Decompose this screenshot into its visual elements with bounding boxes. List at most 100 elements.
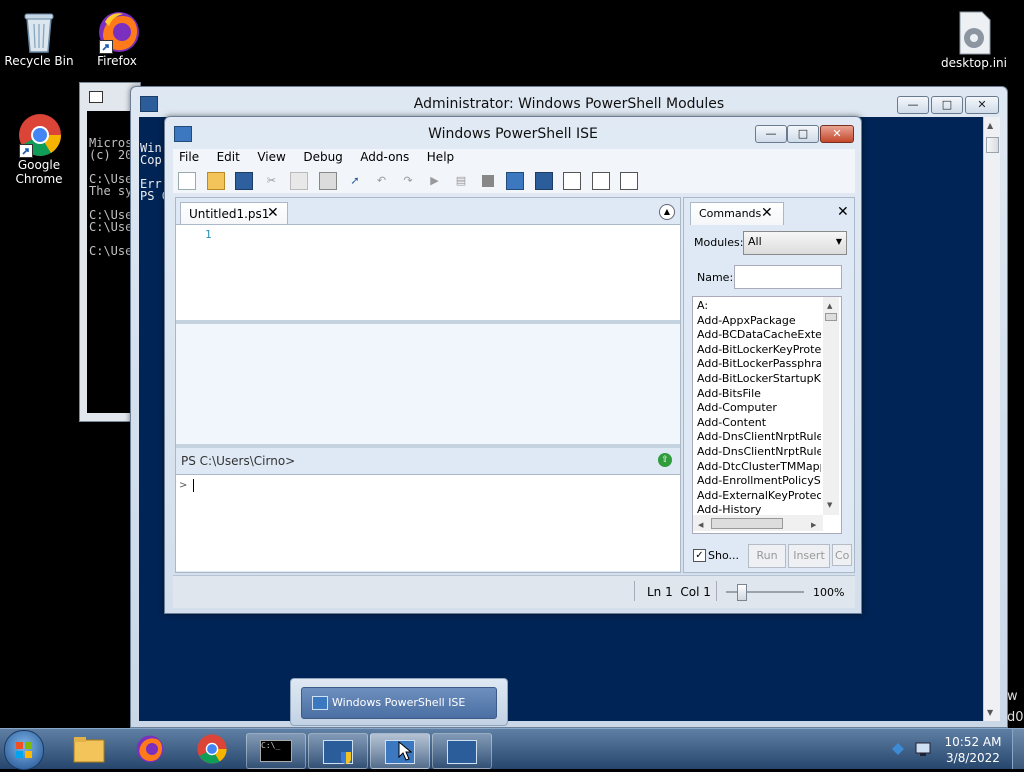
vertical-scrollbar[interactable]: ▲ ▼ (983, 117, 1000, 721)
desktop-icon-recycle-bin[interactable]: Recycle Bin (1, 8, 77, 68)
copy-icon[interactable] (290, 172, 308, 190)
close-tab-icon[interactable]: ✕ (267, 205, 279, 221)
copy-button[interactable]: Co (832, 544, 852, 566)
layout-top-icon[interactable] (563, 172, 581, 190)
menu-debug[interactable]: Debug (303, 150, 342, 164)
modules-label: Modules: (694, 236, 744, 249)
desktop-icon-label: Google Chrome (15, 158, 63, 186)
scroll-thumb[interactable] (711, 518, 783, 529)
show-details-checkbox[interactable]: ✓ (693, 549, 706, 562)
command-list-vscrollbar[interactable]: ▲ ▼ (823, 297, 839, 515)
insert-button[interactable]: Insert (788, 544, 830, 568)
taskbar-firefox[interactable] (134, 733, 166, 765)
cut-icon[interactable]: ✂ (264, 173, 280, 189)
start-button[interactable] (4, 730, 44, 770)
script-tab[interactable]: Untitled1.ps1 ✕ (180, 202, 288, 225)
ise-status-bar: Ln 1 Col 1 100% (173, 575, 855, 608)
layout-max-icon[interactable] (620, 172, 638, 190)
desktop-icon-google-chrome[interactable]: Google Chrome (1, 112, 77, 186)
minimize-button[interactable]: — (897, 96, 929, 114)
remote-tab-icon[interactable] (506, 172, 524, 190)
console-input[interactable]: > (176, 474, 680, 571)
taskbar-cmd[interactable]: C:\_ (246, 733, 306, 769)
modules-dropdown-value: All (748, 235, 762, 248)
taskbar-preview-popup: Windows PowerShell ISE (290, 678, 508, 726)
script-editor[interactable]: 1 (176, 224, 680, 321)
commands-pane: Commands ✕ ✕ Modules: All ▼ Name: A: Add… (683, 197, 855, 573)
run-selection-icon[interactable]: ▤ (453, 173, 469, 189)
collapse-script-pane-icon[interactable]: ▲ (659, 204, 675, 220)
zoom-slider[interactable] (726, 584, 804, 601)
powershell-icon (447, 740, 477, 764)
zoom-slider-thumb[interactable] (737, 584, 747, 601)
menu-file[interactable]: File (179, 150, 199, 164)
list-item[interactable]: Add-BitLockerStartupKey (697, 372, 821, 387)
scroll-right-icon: ▶ (811, 521, 817, 529)
shield-icon (341, 752, 351, 764)
scroll-thumb[interactable] (825, 313, 837, 321)
list-item[interactable]: Add-BitLockerPassphraseProtector (697, 357, 821, 372)
ise-close-button[interactable]: ✕ (820, 125, 854, 143)
list-item[interactable]: Add-ExternalKeyProtector (697, 489, 821, 504)
clock[interactable]: 10:52 AM 3/8/2022 (940, 734, 1006, 766)
chevron-down-icon: ▼ (835, 237, 842, 246)
new-file-icon[interactable] (178, 172, 196, 190)
list-item[interactable]: Add-AppxPackage (697, 314, 821, 329)
ise-toolbar: ✂ ➚ ↶ ↷ ▶ ▤ (173, 167, 855, 193)
redo-icon[interactable]: ↷ (400, 173, 416, 189)
open-folder-icon[interactable] (206, 172, 225, 190)
list-item[interactable]: Add-BitsFile (697, 387, 821, 402)
list-item[interactable]: Add-DnsClientNrptRule (697, 430, 821, 445)
list-item[interactable]: Add-BCDataCacheExtension (697, 328, 821, 343)
commands-tab-label: Commands (699, 207, 762, 220)
stop-icon[interactable] (481, 175, 494, 187)
network-icon[interactable] (890, 741, 906, 757)
powershell-console-icon[interactable] (534, 172, 553, 190)
desktop-icon-desktop-ini[interactable]: desktop.ini (936, 10, 1012, 70)
list-item[interactable]: Add-EnrollmentPolicyServer (697, 474, 821, 489)
list-item[interactable]: Add-Content (697, 416, 821, 431)
menu-help[interactable]: Help (427, 150, 454, 164)
powershell-ise-window[interactable]: Windows PowerShell ISE — □ ✕ File Edit V… (164, 116, 862, 614)
run-script-icon[interactable]: ▶ (427, 173, 443, 189)
close-commands-tab-icon[interactable]: ✕ (761, 205, 773, 221)
taskbar-chrome[interactable] (196, 733, 228, 765)
windows-logo-icon (16, 742, 32, 758)
ise-minimize-button[interactable]: — (755, 125, 787, 143)
name-filter-input[interactable] (734, 265, 842, 289)
list-item[interactable]: A: (697, 299, 821, 314)
list-item[interactable]: Add-DnsClientNrptRule (697, 445, 821, 460)
paste-icon[interactable] (318, 172, 337, 190)
preview-item[interactable]: Windows PowerShell ISE (301, 687, 497, 719)
taskbar-file-explorer[interactable] (72, 734, 106, 764)
list-item[interactable]: Add-Computer (697, 401, 821, 416)
desktop-icon-firefox[interactable]: Firefox (79, 8, 155, 68)
maximize-button[interactable]: □ (931, 96, 963, 114)
menu-add-ons[interactable]: Add-ons (360, 150, 409, 164)
close-button[interactable]: ✕ (965, 96, 999, 114)
preview-item-label: Windows PowerShell ISE (332, 696, 466, 709)
text-cursor (193, 479, 194, 492)
run-button[interactable]: Run (748, 544, 786, 568)
commands-tab[interactable]: Commands ✕ (690, 202, 784, 225)
display-icon[interactable] (914, 740, 932, 758)
list-item[interactable]: Add-BitLockerKeyProtector (697, 343, 821, 358)
taskbar-powershell-admin[interactable] (308, 733, 368, 769)
show-desktop-button[interactable] (1012, 729, 1024, 769)
menu-view[interactable]: View (257, 150, 285, 164)
scroll-thumb[interactable] (986, 137, 999, 153)
command-list[interactable]: A: Add-AppxPackage Add-BCDataCacheExtens… (692, 296, 842, 534)
list-item[interactable]: Add-DtcClusterTMMapping (697, 460, 821, 475)
menu-edit[interactable]: Edit (217, 150, 240, 164)
command-list-hscrollbar[interactable]: ◀ ▶ (693, 515, 823, 531)
expand-console-icon[interactable]: ⇧ (658, 453, 672, 467)
taskbar-powershell[interactable] (432, 733, 492, 769)
scroll-down-icon: ▼ (987, 708, 994, 717)
layout-right-icon[interactable] (591, 172, 610, 190)
ise-maximize-button[interactable]: □ (787, 125, 819, 143)
close-commands-pane-icon[interactable]: ✕ (837, 204, 849, 220)
clear-console-icon[interactable]: ➚ (347, 173, 363, 189)
save-icon[interactable] (235, 172, 253, 190)
modules-dropdown[interactable]: All ▼ (743, 231, 847, 255)
undo-icon[interactable]: ↶ (374, 173, 390, 189)
